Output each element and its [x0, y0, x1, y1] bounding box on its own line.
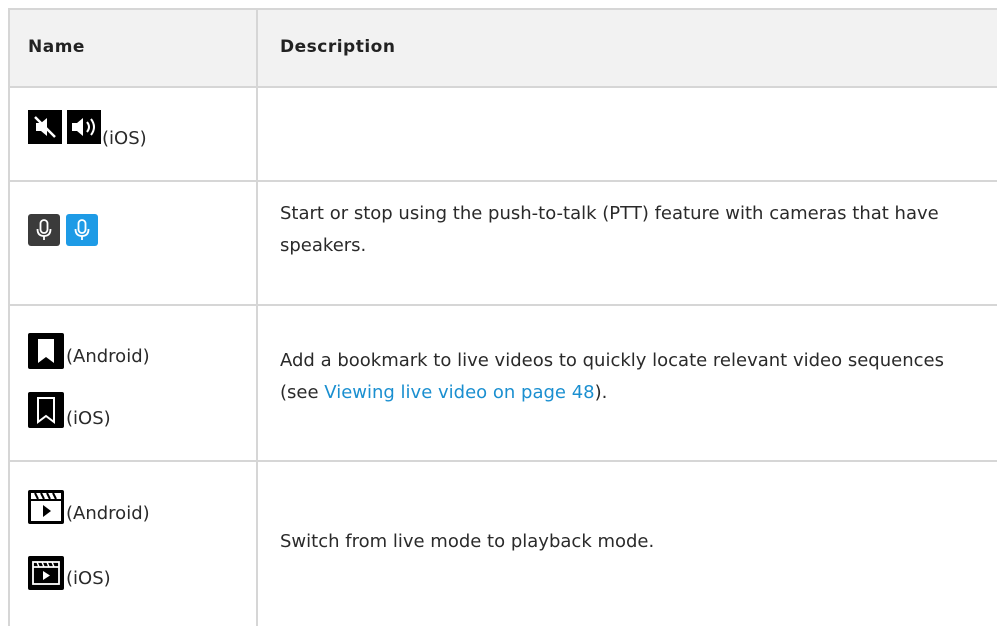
mute-icon	[28, 110, 62, 144]
speaker-icon	[67, 110, 101, 144]
grid-line	[8, 304, 997, 306]
platform-label: (Android)	[66, 346, 150, 367]
playback-outline-icon	[28, 556, 64, 590]
playback-filled-icon	[28, 490, 64, 524]
platform-label: (Android)	[66, 503, 150, 524]
grid-line	[256, 8, 258, 626]
header-name: Name	[28, 37, 85, 57]
grid-line	[8, 8, 997, 10]
grid-line	[8, 180, 997, 182]
row-description: Add a bookmark to live videos to quickly…	[280, 345, 980, 409]
description-text: ).	[594, 382, 608, 403]
header-description: Description	[280, 37, 396, 57]
table-header	[9, 9, 997, 86]
grid-line	[8, 86, 997, 88]
platform-label: (iOS)	[66, 408, 111, 429]
bookmark-outline-icon	[28, 392, 64, 428]
row-description: Switch from live mode to playback mode.	[280, 531, 655, 552]
platform-label: (iOS)	[66, 568, 111, 589]
viewing-live-video-link[interactable]: Viewing live video on page 48	[324, 382, 594, 403]
microphone-active-icon	[66, 214, 98, 246]
grid-line	[8, 460, 997, 462]
bookmark-filled-icon	[28, 333, 64, 369]
row-description: Start or stop using the push-to-talk (PT…	[280, 203, 939, 256]
grid-line	[8, 8, 10, 626]
microphone-icon	[28, 214, 60, 246]
platform-label: (iOS)	[102, 128, 147, 149]
